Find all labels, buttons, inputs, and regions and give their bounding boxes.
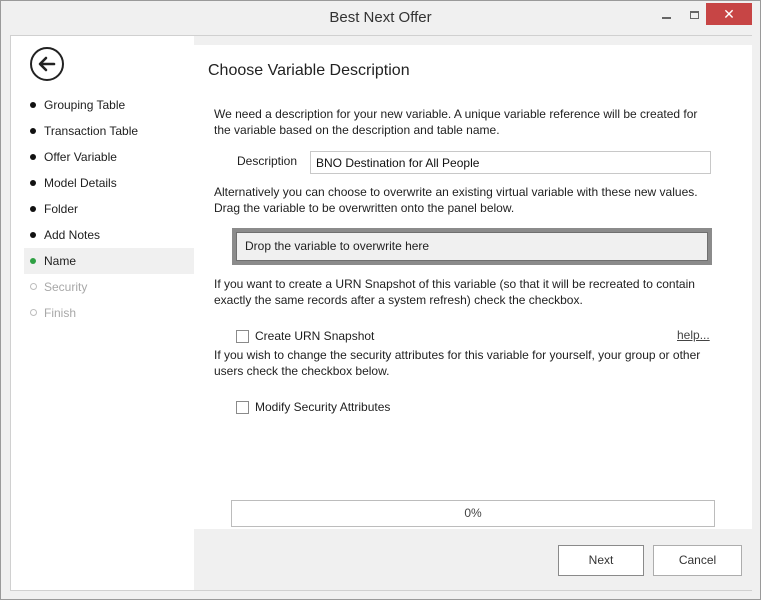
step-label: Grouping Table: [44, 98, 126, 112]
progress-text: 0%: [464, 506, 482, 520]
step-bullet-icon: [30, 232, 36, 238]
back-arrow-icon: [38, 56, 56, 72]
step-bullet-icon: [30, 309, 37, 316]
step-offer-variable[interactable]: Offer Variable: [24, 144, 194, 170]
step-folder[interactable]: Folder: [24, 196, 194, 222]
step-bullet-icon: [30, 258, 36, 264]
minimize-button[interactable]: [653, 3, 679, 25]
step-bullet-icon: [30, 102, 36, 108]
urn-snapshot-checkbox[interactable]: [236, 329, 249, 343]
wizard-steps-sidebar: Grouping Table Transaction Table Offer V…: [11, 36, 194, 590]
step-label: Transaction Table: [44, 124, 139, 138]
step-bullet-icon: [30, 283, 37, 290]
step-label: Add Notes: [44, 228, 101, 242]
step-label: Security: [44, 280, 88, 294]
cancel-button[interactable]: Cancel: [653, 545, 742, 576]
urn-snapshot-checkbox-row[interactable]: Create URN Snapshot: [236, 328, 374, 344]
window-title: Best Next Offer: [329, 9, 432, 26]
urn-snapshot-text: If you want to create a URN Snapshot of …: [214, 277, 695, 307]
security-attributes-label: Modify Security Attributes: [255, 400, 391, 414]
step-bullet-icon: [30, 154, 36, 160]
step-bullet-icon: [30, 206, 36, 212]
security-checkbox-row[interactable]: Modify Security Attributes: [236, 399, 390, 415]
drop-zone-label: Drop the variable to overwrite here: [236, 232, 708, 261]
step-list: Grouping Table Transaction Table Offer V…: [24, 92, 194, 326]
step-grouping-table[interactable]: Grouping Table: [24, 92, 194, 118]
description-label: Description: [237, 154, 298, 168]
step-label: Offer Variable: [44, 150, 117, 164]
content-top-gap: [194, 36, 752, 45]
wizard-body: Grouping Table Transaction Table Offer V…: [10, 35, 752, 591]
step-label: Model Details: [44, 176, 117, 190]
close-button[interactable]: ✕: [706, 3, 752, 25]
step-label: Finish: [44, 306, 77, 320]
step-label: Folder: [44, 202, 79, 216]
intro-text: We need a description for your new varia…: [214, 107, 698, 137]
title-bar: Best Next Offer ✕: [1, 1, 760, 35]
close-icon: ✕: [723, 6, 735, 22]
back-button[interactable]: [30, 47, 64, 81]
next-button[interactable]: Next: [558, 545, 644, 576]
step-model-details[interactable]: Model Details: [24, 170, 194, 196]
minimize-icon: [661, 16, 671, 19]
progress-bar: 0%: [231, 500, 715, 527]
help-link[interactable]: help...: [677, 328, 710, 342]
step-security: Security: [24, 274, 194, 300]
step-bullet-icon: [30, 180, 36, 186]
urn-snapshot-label: Create URN Snapshot: [255, 329, 375, 343]
drop-zone[interactable]: Drop the variable to overwrite here: [232, 228, 712, 265]
step-name[interactable]: Name: [24, 248, 194, 274]
step-add-notes[interactable]: Add Notes: [24, 222, 194, 248]
wizard-window: Best Next Offer ✕ Grouping Table Transac…: [0, 0, 761, 600]
overwrite-text: Alternatively you can choose to overwrit…: [214, 185, 698, 215]
security-attributes-checkbox[interactable]: [236, 400, 249, 414]
page-title: Choose Variable Description: [208, 62, 410, 79]
maximize-button[interactable]: [681, 3, 707, 25]
step-bullet-icon: [30, 128, 36, 134]
step-finish: Finish: [24, 300, 194, 326]
step-label: Name: [44, 254, 77, 268]
step-transaction-table[interactable]: Transaction Table: [24, 118, 194, 144]
description-input[interactable]: [310, 151, 711, 174]
content-panel: Choose Variable Description We need a de…: [194, 45, 752, 529]
security-text: If you wish to change the security attri…: [214, 348, 701, 378]
maximize-icon: [689, 10, 699, 19]
